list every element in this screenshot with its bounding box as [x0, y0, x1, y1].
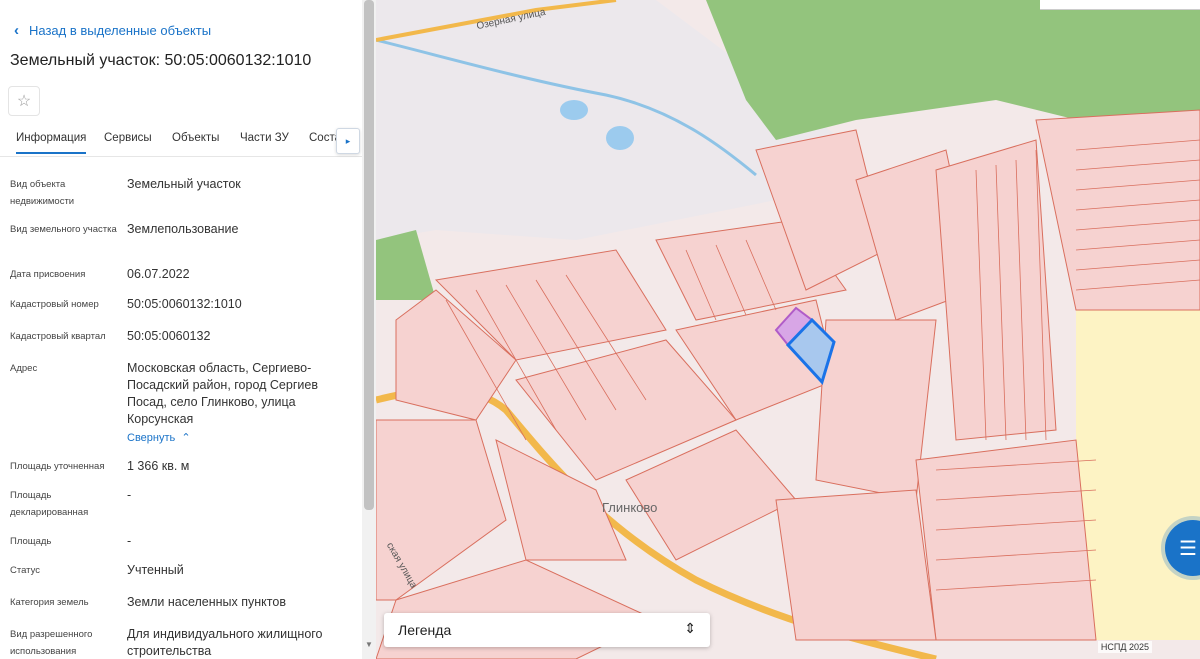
field-label: Кадастровый квартал — [10, 331, 106, 342]
scroll-down-icon[interactable]: ▼ — [365, 640, 373, 649]
favorite-button[interactable]: ☆ — [8, 86, 40, 116]
field-value: - — [127, 488, 132, 502]
chat-icon: ☰ — [1179, 538, 1197, 560]
scrollbar-thumb[interactable] — [364, 0, 374, 510]
chevron-up-icon: ⌃ — [178, 432, 191, 444]
tab-services[interactable]: Сервисы — [104, 132, 152, 144]
field-value: Землепользование — [127, 222, 239, 236]
field-label: Статус — [10, 565, 41, 576]
tab-objects[interactable]: Объекты — [172, 132, 219, 144]
field-value: 1 366 кв. м — [127, 459, 190, 473]
field-label: Площадь уточненная — [10, 461, 105, 472]
pond — [606, 126, 634, 150]
field-value: 50:05:0060132:1010 — [127, 297, 242, 311]
field-label: Вид разрешенного использования — [10, 629, 93, 657]
field-value: Земли населенных пунктов — [127, 595, 286, 609]
village-label: Глинково — [602, 500, 658, 515]
field-label: Кадастровый номер — [10, 299, 99, 310]
info-panel: ‹ Назад в выделенные объекты Земельный у… — [0, 0, 362, 659]
address-value: Московская область, Сергиево-Посадский р… — [127, 361, 318, 426]
field-label: Адрес — [10, 363, 38, 374]
field-label: Категория земель — [10, 597, 89, 608]
field-value: - — [127, 534, 132, 548]
field-label: Площадь — [10, 536, 52, 547]
back-link[interactable]: ‹ Назад в выделенные объекты — [14, 22, 211, 39]
field-label: Вид объекта недвижимости — [10, 179, 75, 207]
field-value: Земельный участок — [127, 177, 241, 191]
back-link-label: Назад в выделенные объекты — [29, 23, 212, 38]
collapse-label: Свернуть — [127, 432, 176, 444]
tab-info[interactable]: Информация — [16, 132, 87, 154]
tab-bar: Информация Сервисы Объекты Части ЗУ Сост… — [0, 124, 362, 157]
panel-scrollbar[interactable]: ▼ — [362, 0, 376, 659]
star-icon: ☆ — [16, 93, 32, 110]
pond — [560, 100, 588, 120]
map-top-box — [1040, 0, 1200, 10]
tab-parts[interactable]: Части ЗУ — [240, 132, 289, 144]
map-canvas[interactable] — [376, 0, 1200, 659]
field-label: Вид земельного участка — [10, 224, 117, 235]
tabs-next-button[interactable]: ▸ — [336, 128, 360, 154]
legend-dropdown[interactable]: Легенда ⇕ — [384, 613, 710, 647]
chevron-right-icon: ▸ — [345, 135, 351, 146]
cadastral-map[interactable]: Озерная улица Глинково ская улица Легенд… — [376, 0, 1200, 659]
unfold-icon: ⇕ — [684, 620, 696, 636]
field-value: 50:05:0060132 — [127, 329, 211, 343]
field-label: Площадь декларированная — [10, 490, 89, 518]
field-value: Для индивидуального жилищного строительс… — [127, 627, 323, 658]
field-label: Дата присвоения — [10, 269, 86, 280]
chevron-left-icon: ‹ — [14, 22, 19, 39]
forest-area-2 — [376, 230, 436, 300]
map-credit: НСПД 2025 — [1097, 641, 1152, 653]
field-value: 06.07.2022 — [127, 267, 190, 281]
legend-label: Легенда — [398, 622, 452, 638]
page-title: Земельный участок: 50:05:0060132:1010 — [10, 52, 312, 69]
field-value: Учтенный — [127, 563, 184, 577]
collapse-link[interactable]: Свернуть ⌃ — [127, 430, 347, 447]
